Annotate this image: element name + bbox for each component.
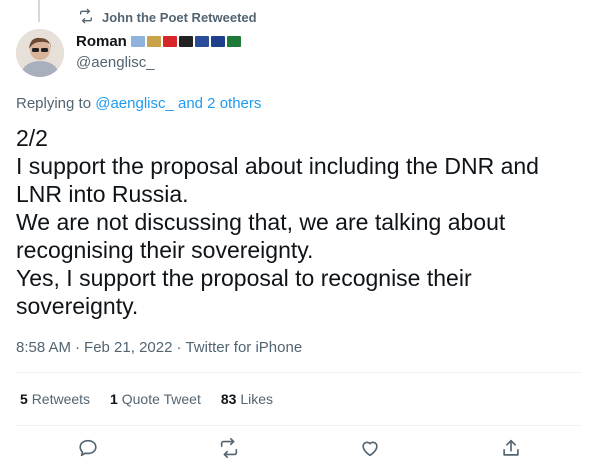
retweet-banner-text: John the Poet Retweeted xyxy=(102,9,257,25)
retweets-count: 5 xyxy=(20,391,28,407)
replying-to-prefix: Replying to xyxy=(16,95,92,112)
retweets-stat[interactable]: 5 Retweets xyxy=(20,391,90,407)
replying-to-users-link[interactable]: @aenglisc_ and 2 others xyxy=(95,95,261,112)
retweet-icon xyxy=(218,437,240,464)
author-handle[interactable]: @aenglisc_ xyxy=(76,54,155,71)
tweet-text: 2/2 I support the proposal about includi… xyxy=(16,124,582,320)
tweet-line: LNR into Russia. xyxy=(16,181,189,207)
likes-label: Likes xyxy=(240,391,274,407)
reply-button[interactable] xyxy=(76,438,100,462)
replying-to: Replying to @aenglisc_ and 2 others xyxy=(16,95,261,112)
tweet-actions xyxy=(0,432,598,468)
like-icon xyxy=(359,437,381,464)
divider xyxy=(16,425,582,426)
tweet-line: recognising their sovereignty. xyxy=(16,237,314,263)
flag-icon xyxy=(146,36,161,47)
tweet-line: I support the proposal about including t… xyxy=(16,153,539,179)
likes-count: 83 xyxy=(220,391,237,407)
flag-icon xyxy=(178,36,193,47)
tweet-time[interactable]: 8:58 AM xyxy=(16,339,71,356)
quote-tweets-label: Quote Tweet xyxy=(121,391,201,407)
divider xyxy=(16,372,582,373)
tweet-stats: 5 Retweets 1 Quote Tweet 83 Likes xyxy=(20,391,273,407)
flag-icon xyxy=(130,36,145,47)
avatar[interactable] xyxy=(16,29,64,77)
retweets-label: Retweets xyxy=(31,391,91,407)
quote-tweets-stat[interactable]: 1 Quote Tweet xyxy=(110,391,201,407)
tweet-line: sovereignty. xyxy=(16,293,139,319)
tweet-meta: 8:58 AM · Feb 21, 2022 · Twitter for iPh… xyxy=(16,339,302,356)
likes-stat[interactable]: 83 Likes xyxy=(221,391,273,407)
share-icon xyxy=(500,437,522,464)
flag-icon xyxy=(210,36,225,47)
flag-icon xyxy=(162,36,177,47)
quote-tweets-count: 1 xyxy=(110,391,118,407)
tweet-source[interactable]: Twitter for iPhone xyxy=(185,339,302,356)
retweet-banner[interactable]: John the Poet Retweeted xyxy=(78,8,257,26)
reply-icon xyxy=(77,437,99,464)
flag-icon xyxy=(194,36,209,47)
retweet-icon xyxy=(78,8,94,27)
like-button[interactable] xyxy=(358,438,382,462)
retweet-button[interactable] xyxy=(217,437,241,464)
flag-emoji-list xyxy=(130,36,241,47)
tweet-line: Yes, I support the proposal to recognise… xyxy=(16,265,472,291)
author-name-row[interactable]: Roman xyxy=(76,33,241,50)
meta-separator: · xyxy=(75,339,81,356)
tweet-line: 2/2 xyxy=(16,125,48,151)
meta-separator: · xyxy=(176,339,182,356)
thread-line xyxy=(38,0,40,22)
share-button[interactable] xyxy=(499,438,523,462)
tweet-line: We are not discussing that, we are talki… xyxy=(16,209,506,235)
flag-icon xyxy=(226,36,241,47)
author-name[interactable]: Roman xyxy=(76,33,127,50)
tweet-date[interactable]: Feb 21, 2022 xyxy=(84,339,172,356)
